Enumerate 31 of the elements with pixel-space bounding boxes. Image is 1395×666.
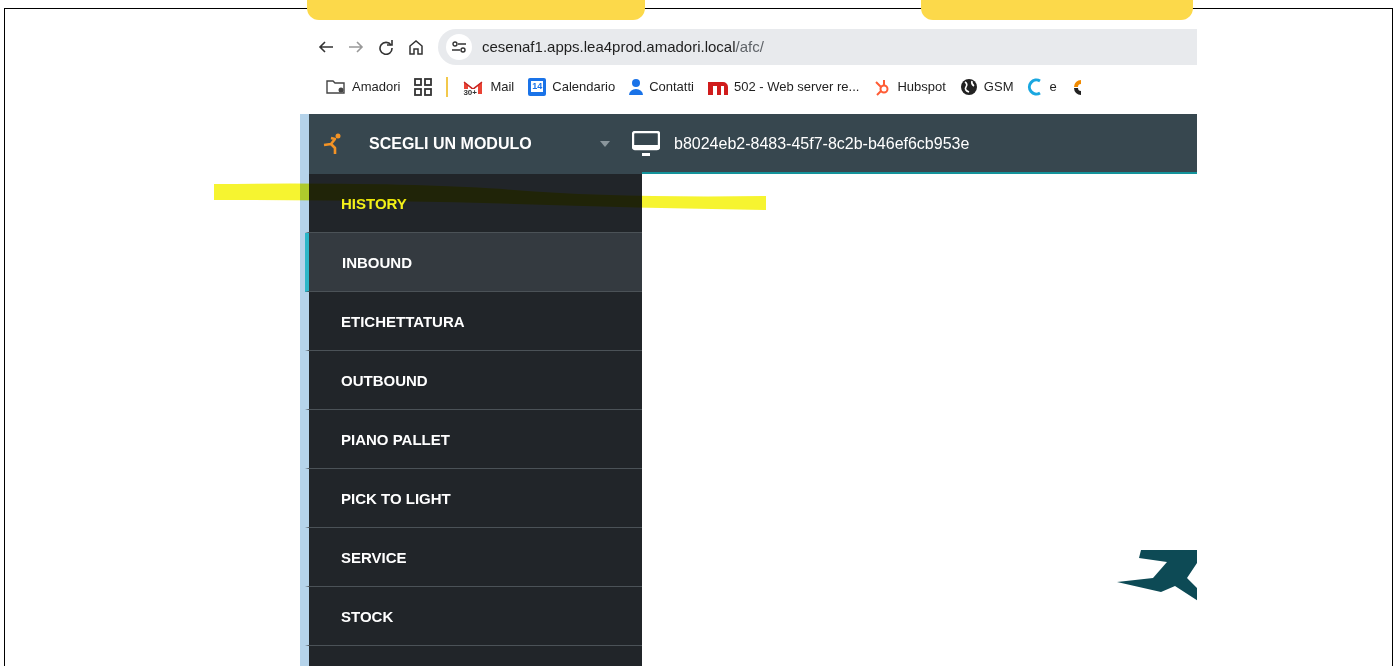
bookmark-link[interactable]: Contatti: [629, 77, 694, 96]
monitor-icon: [632, 131, 660, 157]
apps-grid-icon[interactable]: [414, 77, 433, 96]
forward-arrow-icon[interactable]: [348, 38, 364, 55]
reload-icon[interactable]: [378, 38, 394, 55]
bookmark-link[interactable]: 30+ Mail: [462, 77, 515, 96]
bookmark-link[interactable]: 502 - Web server re...: [707, 78, 860, 95]
back-arrow-icon[interactable]: [318, 38, 334, 55]
sidebar-item[interactable]: PIANO PALLET: [305, 410, 642, 469]
sidebar-item[interactable]: SERVICE: [305, 528, 642, 587]
site-settings-icon[interactable]: [452, 40, 466, 53]
sidebar-item[interactable]: INBOUND: [305, 233, 642, 292]
sidebar-item[interactable]: STOCK: [305, 587, 642, 646]
calendar-icon: 14: [528, 77, 547, 96]
module-picker[interactable]: SCEGLI UN MODULO: [369, 135, 532, 153]
runner-logo-icon: [323, 133, 343, 155]
sidebar-item[interactable]: PICK TO LIGHT: [305, 469, 642, 528]
bookmark-link[interactable]: Amadori: [326, 78, 401, 95]
bookmark-link[interactable]: e: [1027, 77, 1057, 96]
sidebar-item[interactable]: ETICHETTATURA: [305, 292, 642, 351]
folder-icon: [326, 78, 346, 95]
home-icon[interactable]: [408, 38, 424, 55]
bookmark-link[interactable]: 14 Calendario: [528, 77, 616, 96]
sidebar-item[interactable]: OUTBOUND: [305, 351, 642, 410]
bookmark-link[interactable]: Hubspot: [873, 77, 946, 96]
device-id: b8024eb2-8483-45f7-8c2b-b46ef6cb953e: [674, 135, 970, 153]
bookmark-link[interactable]: GSM: [959, 77, 1014, 96]
person-icon: [629, 77, 644, 96]
caret-icon[interactable]: [600, 141, 610, 147]
globe-icon: [959, 77, 978, 96]
address-bar[interactable]: cesenaf1.apps.lea4prod.amadori.local/afc/: [438, 28, 1197, 65]
